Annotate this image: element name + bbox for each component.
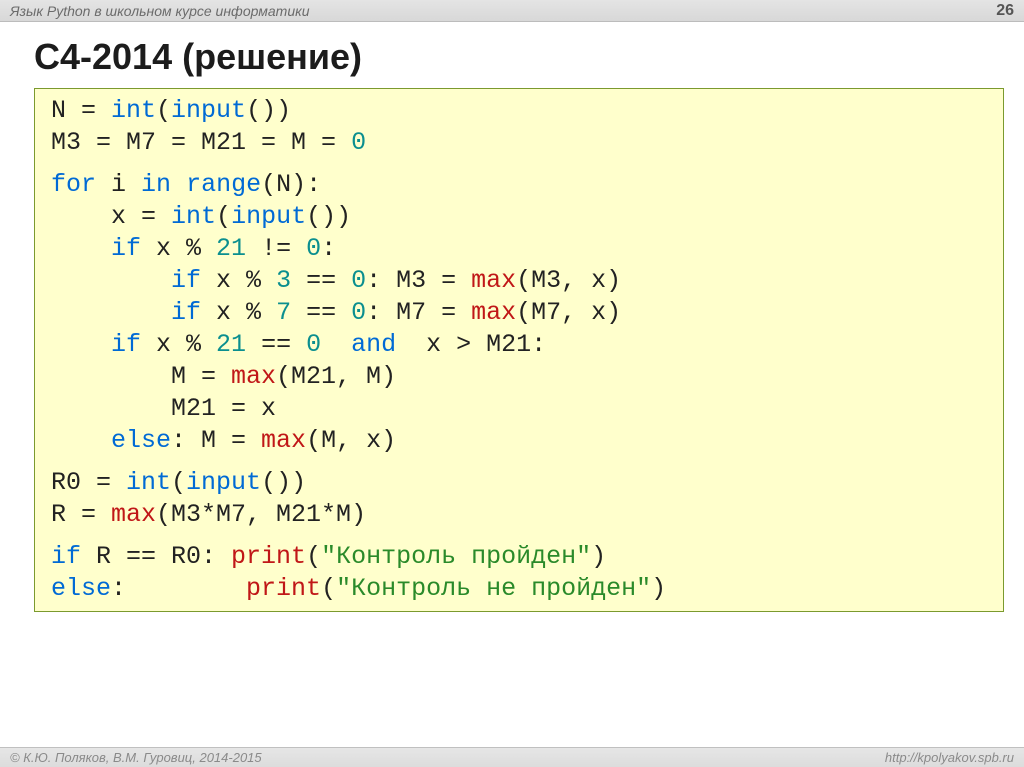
code-line: M = max(M21, M) <box>51 362 396 391</box>
footer-right: http://kpolyakov.spb.ru <box>885 750 1014 765</box>
code-line: R0 = int(input()) <box>51 468 306 497</box>
code-line: M21 = x <box>51 394 276 423</box>
page-number: 26 <box>996 2 1014 20</box>
footer: © К.Ю. Поляков, В.М. Гуровиц, 2014-2015 … <box>0 747 1024 767</box>
code-line: x = int(input()) <box>51 202 351 231</box>
code-line: N = int(input()) <box>51 96 291 125</box>
code-line: if x % 7 == 0: M7 = max(M7, x) <box>51 298 621 327</box>
code-line: for i in range(N): <box>51 170 321 199</box>
slide-title: C4-2014 (решение) <box>0 22 1024 86</box>
header-title: Язык Python в школьном курсе информатики <box>10 3 310 19</box>
code-line: if x % 3 == 0: M3 = max(M3, x) <box>51 266 621 295</box>
code-line: R = max(M3*M7, M21*M) <box>51 500 366 529</box>
code-line: if x % 21 != 0: <box>51 234 336 263</box>
footer-left: © К.Ю. Поляков, В.М. Гуровиц, 2014-2015 <box>10 750 262 765</box>
header-bar: Язык Python в школьном курсе информатики… <box>0 0 1024 22</box>
code-line: else: print("Контроль не пройден") <box>51 574 666 603</box>
code-block: N = int(input()) M3 = M7 = M21 = M = 0 f… <box>34 88 1004 612</box>
code-line: else: M = max(M, x) <box>51 426 396 455</box>
code-line: M3 = M7 = M21 = M = 0 <box>51 128 366 157</box>
code-line: if x % 21 == 0 and x > M21: <box>51 330 546 359</box>
code-line: if R == R0: print("Контроль пройден") <box>51 542 606 571</box>
